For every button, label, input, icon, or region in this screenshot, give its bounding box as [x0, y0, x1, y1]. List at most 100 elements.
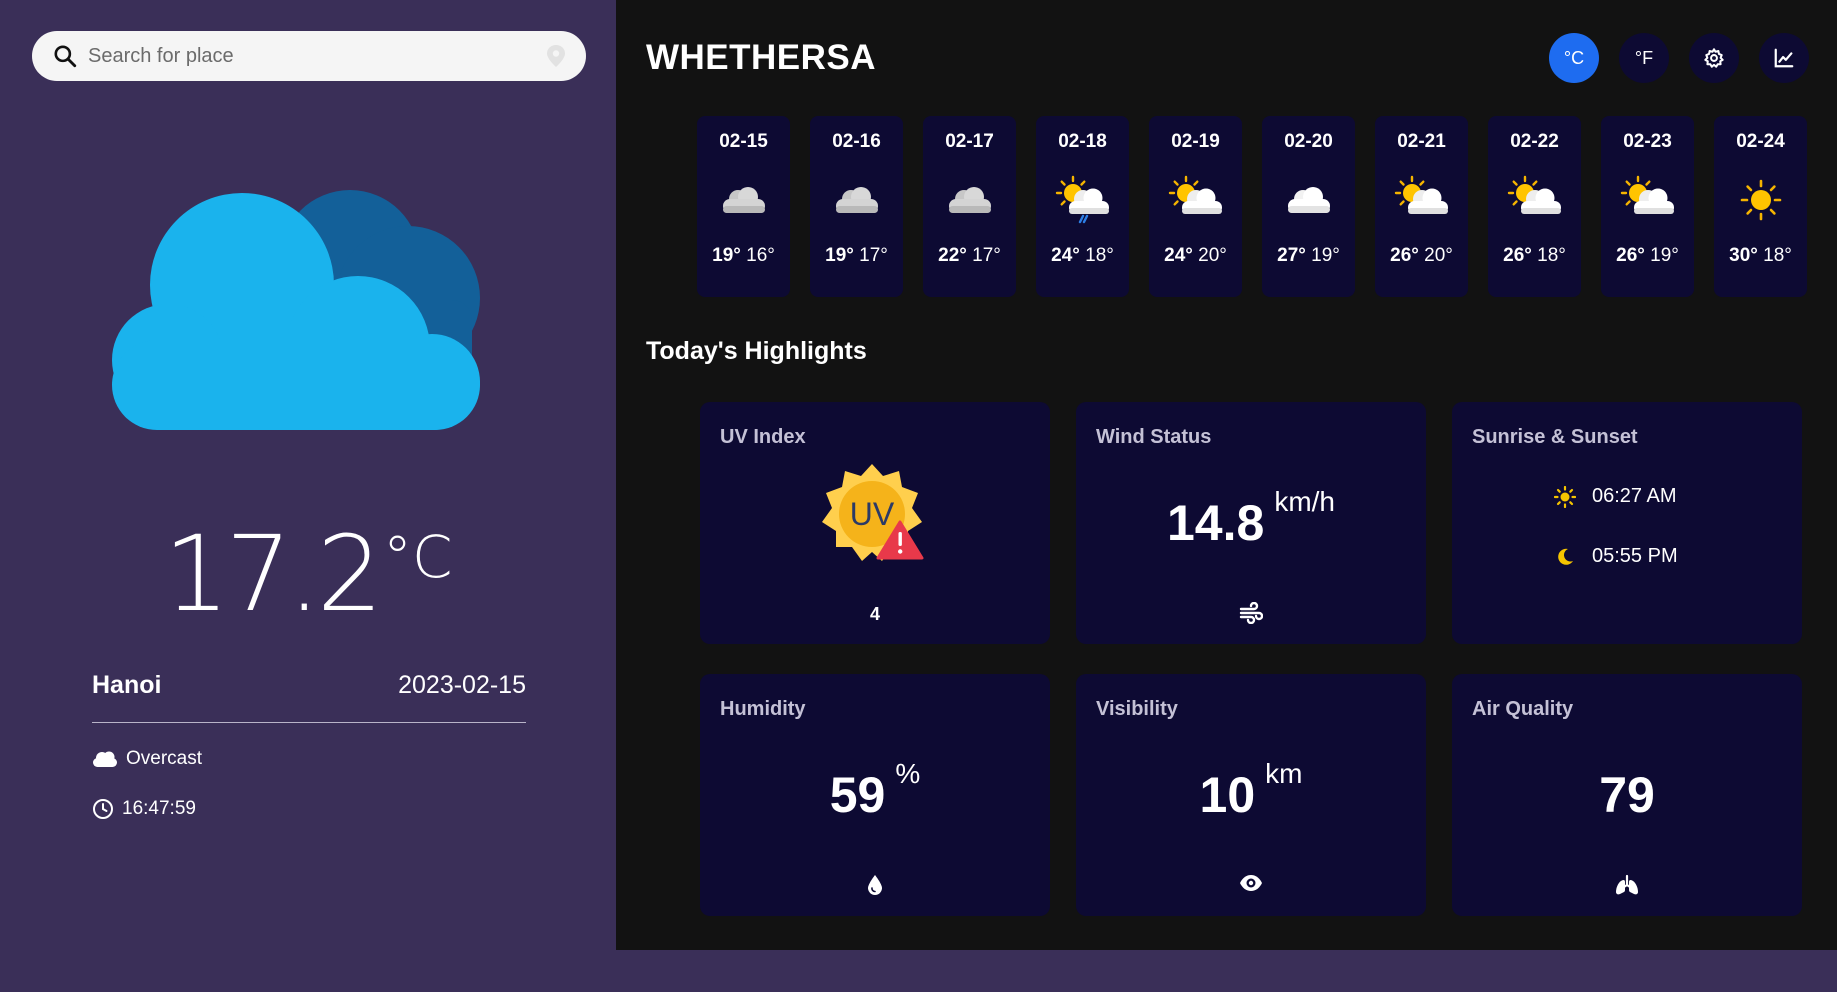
forecast-min: 20° [1198, 245, 1227, 266]
forecast-min: 17° [859, 245, 888, 266]
sunset-time: 05:55 PM [1592, 545, 1678, 567]
wind-icon [1239, 602, 1263, 624]
forecast-temps: 26° 20° [1390, 245, 1453, 267]
celsius-button[interactable]: °C [1549, 33, 1599, 83]
forecast-temps: 26° 18° [1503, 245, 1566, 267]
time-row: 16:47:59 [92, 798, 196, 820]
gear-icon [1704, 48, 1724, 68]
forecast-date: 02-20 [1284, 131, 1333, 152]
line-chart-icon [1774, 48, 1794, 68]
forecast-list: 02-15 19° 16° 02-16 19° 17° 02-17 22° 17… [697, 116, 1807, 297]
forecast-temps: 22° 17° [938, 245, 1001, 267]
humidity-reading: 59% [700, 758, 1050, 824]
forecast-date: 02-21 [1397, 131, 1446, 152]
forecast-date: 02-22 [1510, 131, 1559, 152]
droplet-icon [868, 875, 882, 895]
clock-icon [93, 799, 113, 819]
search-bar[interactable] [32, 31, 586, 81]
forecast-max: 24° [1051, 245, 1080, 266]
air-quality-value: 79 [1599, 767, 1655, 823]
forecast-max: 19° [712, 245, 741, 266]
app-title: WHETHERSA [646, 38, 877, 77]
forecast-day[interactable]: 02-22 26° 18° [1488, 116, 1581, 297]
location-pin-icon[interactable] [546, 44, 566, 68]
current-weather-panel: 17.2°C Hanoi 2023-02-15 Overcast 16:47:5… [0, 0, 616, 992]
forecast-day[interactable]: 02-21 26° 20° [1375, 116, 1468, 297]
lungs-icon [1616, 874, 1638, 895]
wind-speed: 14.8 km/h [1076, 486, 1426, 552]
forecast-date: 02-16 [832, 131, 881, 152]
visibility-value: 10 [1199, 767, 1256, 823]
forecast-day[interactable]: 02-18 24° 18° [1036, 116, 1129, 297]
card-title: Wind Status [1096, 426, 1212, 448]
forecast-temps: 27° 19° [1277, 245, 1340, 267]
forecast-min: 20° [1424, 245, 1453, 266]
uv-value: 4 [869, 604, 880, 624]
chart-button[interactable] [1759, 33, 1809, 83]
overcast-cloud-icon [112, 190, 480, 430]
temperature-unit: °C [383, 523, 453, 591]
sun-icon [1554, 485, 1576, 508]
forecast-min: 18° [1085, 245, 1114, 266]
forecast-temps: 19° 16° [712, 245, 775, 267]
forecast-max: 30° [1729, 245, 1758, 266]
cloud-icon [1287, 187, 1330, 213]
forecast-temps: 19° 17° [825, 245, 888, 267]
eye-icon [1240, 875, 1262, 891]
condition-row: Overcast [92, 748, 202, 770]
forecast-temps: 24° 20° [1164, 245, 1227, 267]
forecast-date: 02-17 [945, 131, 994, 152]
forecast-day[interactable]: 02-17 22° 17° [923, 116, 1016, 297]
sunrise-time: 06:27 AM [1592, 485, 1677, 507]
sun-cloud-rain-icon [1055, 175, 1109, 224]
forecast-min: 19° [1650, 245, 1679, 266]
fahrenheit-button[interactable]: °F [1619, 33, 1669, 83]
weather-app: 17.2°C Hanoi 2023-02-15 Overcast 16:47:5… [0, 0, 1837, 992]
card-title: UV Index [720, 426, 806, 448]
forecast-temps: 30° 18° [1729, 245, 1792, 267]
forecast-min: 17° [972, 245, 1001, 266]
highlights-grid: UV Index UV 4 Wind Status 14.8 km/h Sunr… [700, 402, 1802, 916]
forecast-date: 02-23 [1623, 131, 1672, 152]
moon-icon [1558, 548, 1573, 565]
sunset-row: 05:55 PM [1554, 545, 1678, 568]
cloud-icon [948, 187, 991, 213]
forecast-day[interactable]: 02-15 19° 16° [697, 116, 790, 297]
forecast-day[interactable]: 02-23 26° 19° [1601, 116, 1694, 297]
divider [92, 722, 526, 723]
condition-text: Overcast [126, 748, 203, 769]
sun-cloud-icon [1507, 175, 1561, 214]
forecast-temps: 24° 18° [1051, 245, 1114, 267]
visibility-unit: km [1265, 758, 1303, 789]
forecast-day[interactable]: 02-20 27° 19° [1262, 116, 1355, 297]
card-title: Visibility [1096, 698, 1178, 720]
forecast-day[interactable]: 02-24 30° 18° [1714, 116, 1807, 297]
humidity-value: 59 [829, 767, 886, 823]
card-title: Humidity [720, 698, 806, 720]
air-quality-card: Air Quality 79 [1452, 674, 1802, 916]
search-icon[interactable] [52, 43, 78, 69]
forecast-max: 26° [1390, 245, 1419, 266]
uv-badge-text: UV [850, 496, 895, 532]
forecast-max: 19° [825, 245, 854, 266]
forecast-max: 22° [938, 245, 967, 266]
sun-cloud-icon [1394, 175, 1448, 214]
current-date: 2023-02-15 [398, 671, 526, 699]
forecast-max: 27° [1277, 245, 1306, 266]
forecast-max: 26° [1503, 245, 1532, 266]
visibility-reading: 10 km [1076, 758, 1426, 824]
cloud-icon [93, 751, 117, 767]
wind-status-card: Wind Status 14.8 km/h [1076, 402, 1426, 644]
temperature-value: 17.2 [163, 513, 383, 635]
wind-unit: km/h [1274, 486, 1335, 517]
forecast-temps: 26° 19° [1616, 245, 1679, 267]
humidity-unit: % [895, 758, 921, 789]
search-input[interactable] [88, 44, 546, 68]
forecast-date: 02-18 [1058, 131, 1107, 152]
forecast-panel: WHETHERSA °C °F 02-15 19° 16° 02-16 19° … [616, 0, 1837, 950]
forecast-date: 02-24 [1736, 131, 1785, 152]
settings-button[interactable] [1689, 33, 1739, 83]
forecast-max: 24° [1164, 245, 1193, 266]
forecast-day[interactable]: 02-16 19° 17° [810, 116, 903, 297]
forecast-day[interactable]: 02-19 24° 20° [1149, 116, 1242, 297]
